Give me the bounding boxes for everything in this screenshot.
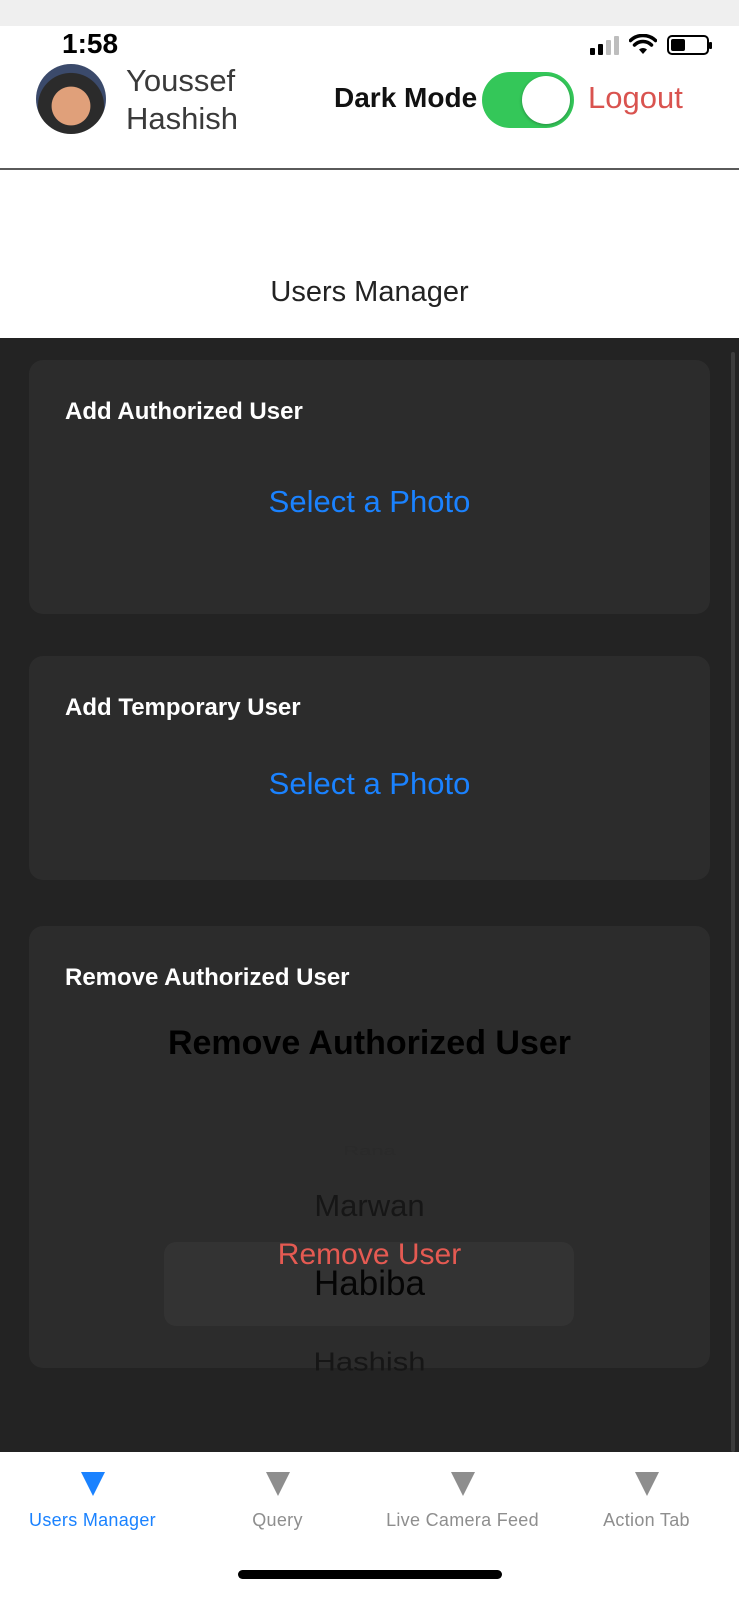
page-title: Users Manager bbox=[270, 276, 469, 308]
tab-label: Query bbox=[252, 1510, 303, 1530]
status-icons bbox=[590, 34, 712, 56]
user-first-name: Youssef bbox=[126, 63, 236, 98]
tab-label: Users Manager bbox=[29, 1510, 156, 1530]
cellular-signal-icon bbox=[590, 35, 619, 55]
dark-mode-toggle[interactable] bbox=[482, 72, 574, 128]
triangle-icon bbox=[80, 1472, 105, 1496]
wifi-icon bbox=[629, 34, 657, 54]
add-authorized-user-card: Add Authorized User Select a Photo bbox=[29, 360, 710, 614]
top-strip bbox=[0, 0, 739, 26]
picker-item[interactable]: Rana bbox=[29, 1143, 710, 1159]
tab-query[interactable]: Query bbox=[185, 1472, 370, 1531]
avatar[interactable] bbox=[36, 64, 106, 134]
select-photo-button[interactable]: Select a Photo bbox=[29, 766, 710, 802]
card-title: Remove Authorized User bbox=[65, 964, 350, 991]
home-indicator[interactable] bbox=[238, 1570, 502, 1579]
scroll-indicator[interactable] bbox=[731, 352, 735, 1452]
tab-label: Action Tab bbox=[603, 1510, 690, 1530]
tab-action-tab[interactable]: Action Tab bbox=[554, 1472, 739, 1531]
dark-mode-label: Dark Mode bbox=[334, 82, 478, 113]
remove-user-button[interactable]: Remove User bbox=[29, 1238, 710, 1272]
user-name: Youssef Hashish bbox=[126, 62, 286, 138]
picker-item[interactable]: Hashish bbox=[29, 1347, 710, 1378]
toggle-knob bbox=[522, 76, 570, 124]
logout-button[interactable]: Logout bbox=[588, 80, 683, 116]
user-last-name: Hashish bbox=[126, 101, 238, 136]
triangle-icon bbox=[265, 1472, 290, 1496]
add-temporary-user-card: Add Temporary User Select a Photo bbox=[29, 656, 710, 880]
main-content[interactable]: Add Authorized User Select a Photo Add T… bbox=[0, 338, 739, 1452]
tab-users-manager[interactable]: Users Manager bbox=[0, 1472, 185, 1531]
picker-title: Remove Authorized User bbox=[167, 1024, 572, 1062]
battery-icon bbox=[667, 35, 712, 55]
remove-authorized-user-card: Remove Authorized User Remove Authorized… bbox=[29, 926, 710, 1376]
app-header: Youssef Hashish Dark Mode Logout bbox=[0, 58, 739, 170]
card-title: Add Temporary User bbox=[65, 694, 301, 721]
status-time: 1:58 bbox=[62, 28, 119, 59]
status-bar: 1:58 bbox=[0, 26, 739, 62]
tab-live-camera-feed[interactable]: Live Camera Feed bbox=[370, 1472, 555, 1531]
select-photo-button[interactable]: Select a Photo bbox=[29, 484, 710, 520]
picker-item[interactable]: Marwan bbox=[29, 1188, 710, 1224]
tab-label: Live Camera Feed bbox=[386, 1510, 539, 1530]
triangle-icon bbox=[450, 1472, 475, 1496]
card-title: Add Authorized User bbox=[65, 398, 303, 425]
triangle-icon bbox=[634, 1472, 659, 1496]
